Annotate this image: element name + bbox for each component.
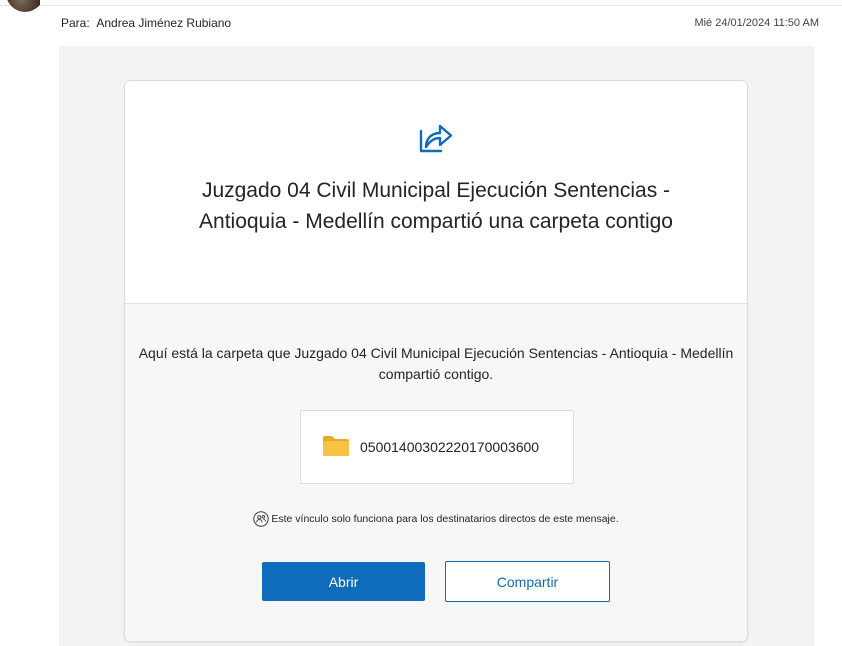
people-icon [253,511,270,527]
open-button[interactable]: Abrir [262,562,425,601]
folder-link[interactable]: 05001400302220170003600 [300,410,574,484]
share-card: Juzgado 04 Civil Municipal Ejecución Sen… [124,80,748,642]
avatar-image [6,0,40,12]
card-header: Juzgado 04 Civil Municipal Ejecución Sen… [125,81,747,304]
to-label: Para: [61,16,90,30]
sent-date: Mié 24/01/2024 11:50 AM [694,17,819,29]
recipient-name[interactable]: Andrea Jiménez Rubiano [96,16,231,30]
top-divider [0,5,842,6]
sender-avatar[interactable] [0,0,40,14]
share-arrow-icon [419,124,453,153]
recipient-line: Para: Andrea Jiménez Rubiano [61,16,231,30]
card-title: Juzgado 04 Civil Municipal Ejecución Sen… [199,179,673,233]
notice-text: Este vínculo solo funciona para los dest… [271,512,619,525]
folder-name: 05001400302220170003600 [360,439,540,455]
link-notice: Este vínculo solo funciona para los dest… [125,511,747,527]
folder-icon [323,436,349,456]
share-button[interactable]: Compartir [445,561,610,602]
card-description: Aquí está la carpeta que Juzgado 04 Civi… [138,345,734,382]
